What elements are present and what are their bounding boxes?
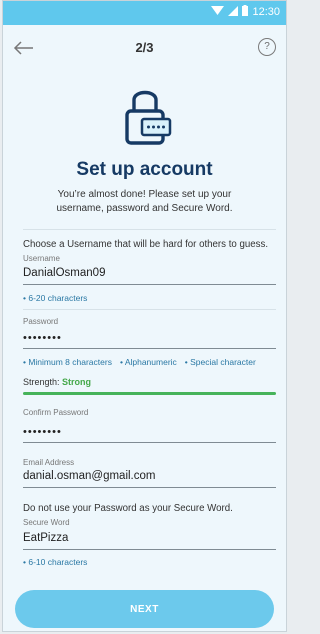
strength-meter [23,392,276,395]
secure-word-hint: Do not use your Password as your Secure … [23,503,233,514]
section-divider [23,309,276,310]
strength-value: Strong [62,377,92,387]
username-input[interactable]: DanialOsman09 [23,267,276,279]
password-rule-length: • Minimum 8 characters [23,357,112,367]
secure-word-underline [23,549,276,550]
password-rule-alphanumeric: • Alphanumeric [119,357,177,367]
section-divider [23,229,276,230]
account-illustration [3,83,286,149]
secure-word-label: Secure Word [23,518,70,527]
email-input[interactable]: danial.osman@gmail.com [23,470,276,482]
password-rule-special: • Special character [184,357,256,367]
padlock-card-icon [124,90,171,145]
step-indicator: 2/3 [135,40,154,55]
status-time: 12:30 [252,6,280,18]
password-strength: Strength: Strong [23,377,92,387]
confirm-password-label: Confirm Password [23,408,89,417]
password-label: Password [23,317,59,326]
secure-word-rule: • 6-10 characters [23,557,88,567]
top-navigation: 2/3 ? [3,25,286,71]
email-underline [23,487,276,488]
next-button[interactable]: NEXT [15,590,274,628]
status-icons: 12:30 [211,5,280,19]
signal-icon [228,5,239,19]
username-underline [23,284,276,285]
username-label: Username [23,254,60,263]
secure-word-input[interactable]: EatPizza [23,532,276,544]
page-subtitle: You’re almost done! Please set up your u… [56,189,233,214]
email-label: Email Address [23,458,75,467]
wifi-icon [211,5,225,19]
confirm-password-input[interactable]: •••••••• [23,426,276,438]
confirm-password-underline [23,442,276,443]
username-hint: Choose a Username that will be hard for … [23,239,269,250]
phone-frame: 12:30 2/3 ? Set up account You’re almost… [2,0,287,632]
password-underline [23,348,276,349]
battery-icon [242,5,249,19]
help-icon[interactable]: ? [258,38,276,56]
password-input[interactable]: •••••••• [23,332,276,344]
status-bar: 12:30 [3,1,286,25]
username-rule: • 6-20 characters [23,293,88,303]
password-rules: • Minimum 8 characters • Alphanumeric • … [23,357,256,367]
page-title: Set up account [76,159,213,180]
